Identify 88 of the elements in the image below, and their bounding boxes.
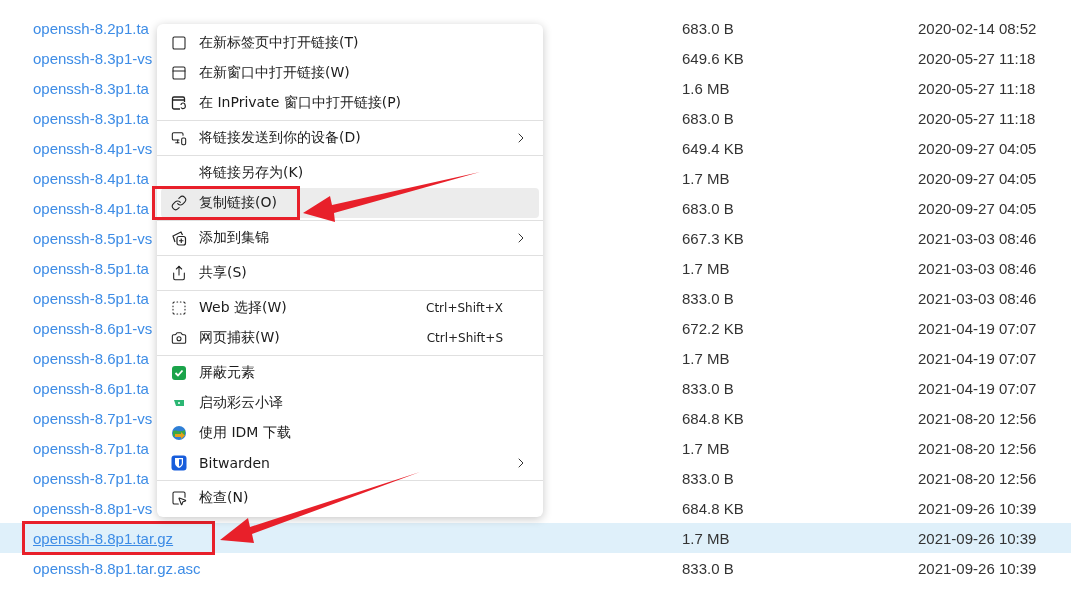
menu-item[interactable]: 将链接发送到你的设备(D) [161, 123, 539, 153]
shield-check-icon [171, 365, 187, 381]
file-link[interactable]: openssh-8.5p1-vs [33, 229, 153, 247]
file-link[interactable]: openssh-8.6p1.ta [33, 349, 149, 367]
file-size: 1.7 MB [682, 439, 730, 457]
file-link[interactable]: openssh-8.6p1-vs [33, 319, 153, 337]
file-size: 1.7 MB [682, 349, 730, 367]
file-date: 2021-03-03 08:46 [918, 289, 1037, 307]
private-window-icon [171, 95, 187, 111]
share-icon [171, 265, 187, 281]
menu-item[interactable]: 在 InPrivate 窗口中打开链接(P) [161, 88, 539, 118]
file-date: 2020-05-27 11:18 [918, 79, 1036, 97]
tab-icon [171, 35, 187, 51]
file-date: 2020-09-27 04:05 [918, 139, 1037, 157]
file-date: 2021-08-20 12:56 [918, 439, 1037, 457]
file-size: 683.0 B [682, 199, 734, 217]
camera-icon [171, 330, 187, 346]
menu-item[interactable]: 在新标签页中打开链接(T) [161, 28, 539, 58]
file-size: 833.0 B [682, 379, 734, 397]
selected-row[interactable]: openssh-8.8p1.tar.gz 1.7 MB 2021-09-26 10:39 [0, 523, 1071, 553]
file-link[interactable]: openssh-8.7p1.ta [33, 469, 149, 487]
link-icon [171, 195, 187, 211]
file-date: 2021-04-19 07:07 [918, 349, 1037, 367]
inspect-icon [171, 490, 187, 506]
collection-add-icon [171, 230, 187, 246]
menu-item[interactable]: 网页捕获(W) Ctrl+Shift+S [161, 323, 539, 353]
file-link[interactable]: openssh-8.4p1-vs [33, 139, 153, 157]
file-link[interactable]: openssh-8.7p1.ta [33, 439, 149, 457]
file-link[interactable]: openssh-8.2p1.ta [33, 19, 149, 37]
file-size: 1.7 MB [682, 259, 730, 277]
file-size: 649.4 KB [682, 139, 744, 157]
file-date: 2020-09-27 04:05 [918, 169, 1037, 187]
menu-item[interactable]: 共享(S) [161, 258, 539, 288]
file-link[interactable]: openssh-8.6p1.ta [33, 379, 149, 397]
file-link[interactable]: openssh-8.8p1.tar.gz.asc [33, 559, 201, 577]
file-link[interactable]: openssh-8.8p1.tar.gz [33, 529, 174, 547]
file-link[interactable]: openssh-8.4p1.ta [33, 199, 149, 217]
file-link[interactable]: openssh-8.3p1-vs [33, 49, 153, 67]
file-date: 2021-09-26 10:39 [918, 559, 1037, 577]
file-date: 2021-09-26 10:39 [918, 529, 1037, 547]
file-size: 833.0 B [682, 559, 734, 577]
file-size: 684.8 KB [682, 499, 744, 517]
file-link[interactable]: openssh-8.5p1.ta [33, 259, 149, 277]
file-size: 833.0 B [682, 289, 734, 307]
file-date: 2021-04-19 07:07 [918, 319, 1037, 337]
menu-item[interactable]: 在新窗口中打开链接(W) [161, 58, 539, 88]
shield-icon [171, 455, 187, 471]
file-date: 2021-03-03 08:46 [918, 259, 1037, 277]
menu-item[interactable]: 屏蔽元素 [161, 358, 539, 388]
file-size: 1.7 MB [682, 529, 730, 547]
shortcut-text: Ctrl+Shift+S [426, 331, 503, 345]
file-link[interactable]: openssh-8.4p1.ta [33, 169, 149, 187]
menu-item[interactable]: 启动彩云小译 [161, 388, 539, 418]
menu-item[interactable]: Bitwarden [161, 448, 539, 478]
file-date: 2021-03-03 08:46 [918, 229, 1037, 247]
file-date: 2021-09-26 10:39 [918, 499, 1037, 517]
file-size: 672.2 KB [682, 319, 744, 337]
file-link[interactable]: openssh-8.8p1-vs [33, 499, 153, 517]
menu-item[interactable]: 使用 IDM 下载 [161, 418, 539, 448]
file-size: 683.0 B [682, 109, 734, 127]
file-link[interactable]: openssh-8.7p1-vs [33, 409, 153, 427]
file-date: 2020-05-27 11:18 [918, 109, 1036, 127]
file-size: 1.6 MB [682, 79, 730, 97]
dashed-square-icon [171, 300, 187, 316]
file-date: 2021-08-20 12:56 [918, 409, 1037, 427]
file-date: 2020-09-27 04:05 [918, 199, 1037, 217]
file-size: 684.8 KB [682, 409, 744, 427]
file-size: 667.3 KB [682, 229, 744, 247]
devices-icon [171, 130, 187, 146]
window-icon [171, 65, 187, 81]
file-date: 2021-04-19 07:07 [918, 379, 1037, 397]
file-link[interactable]: openssh-8.3p1.ta [33, 79, 149, 97]
globe-icon [171, 425, 187, 441]
file-size: 833.0 B [682, 469, 734, 487]
menu-item[interactable]: 将链接另存为(K) [161, 158, 539, 188]
file-date: 2021-08-20 12:56 [918, 469, 1037, 487]
file-size: 683.0 B [682, 19, 734, 37]
shortcut-text: Ctrl+Shift+X [426, 301, 503, 315]
file-date: 2020-02-14 08:52 [918, 19, 1037, 37]
file-link[interactable]: openssh-8.3p1.ta [33, 109, 149, 127]
flag-icon [174, 399, 184, 407]
menu-item[interactable]: Web 选择(W) Ctrl+Shift+X [161, 293, 539, 323]
menu-item[interactable]: 添加到集锦 [161, 223, 539, 253]
menu-item[interactable]: 检查(N) [161, 483, 539, 513]
file-size: 649.6 KB [682, 49, 744, 67]
file-size: 1.7 MB [682, 169, 730, 187]
file-link[interactable]: openssh-8.5p1.ta [33, 289, 149, 307]
file-date: 2020-05-27 11:18 [918, 49, 1036, 67]
